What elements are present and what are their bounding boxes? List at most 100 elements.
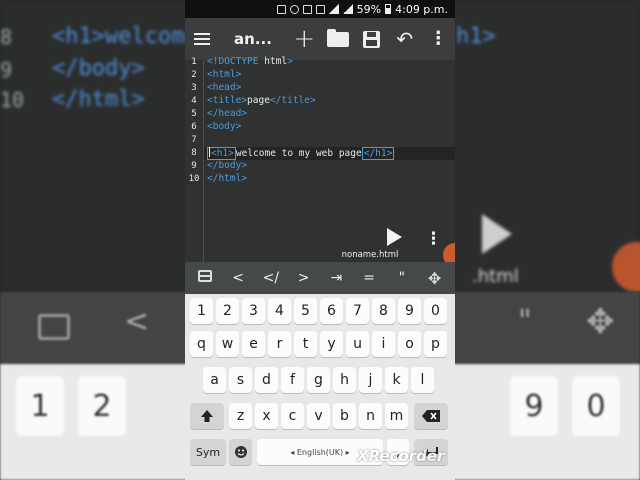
panel-toggle-button[interactable]: [190, 270, 220, 286]
key-3[interactable]: 3: [242, 298, 265, 324]
key-d[interactable]: d: [255, 367, 278, 393]
key-7[interactable]: 7: [346, 298, 369, 324]
key-q[interactable]: q: [190, 331, 213, 357]
undo-button[interactable]: ↶: [388, 18, 422, 60]
key-k[interactable]: k: [385, 367, 408, 393]
code-line: <title>page</title>: [207, 95, 316, 106]
bg-move-icon: ✥: [586, 302, 615, 342]
key-u[interactable]: u: [346, 331, 369, 357]
battery-icon: [385, 4, 392, 14]
bg-key: 1: [16, 376, 64, 436]
key-b[interactable]: b: [333, 403, 356, 429]
line-number: 2: [191, 70, 197, 80]
key-m[interactable]: m: [385, 403, 408, 429]
code-line: <head>: [207, 82, 241, 93]
key-z[interactable]: z: [229, 403, 252, 429]
key-i[interactable]: i: [372, 331, 395, 357]
key-f[interactable]: f: [281, 367, 304, 393]
symbol-key[interactable]: <: [223, 270, 253, 286]
overflow-menu-button[interactable]: ⋮: [421, 18, 455, 60]
app-bar: an... + ↶ ⋮: [185, 18, 455, 60]
code-editor[interactable]: 1 2 3 4 5 6 7 8 9 10 <!DOCTYPE html> <ht…: [185, 56, 455, 267]
bg-code-line: </body>: [52, 56, 145, 81]
key-n[interactable]: n: [359, 403, 382, 429]
emoji-key[interactable]: [229, 439, 252, 465]
key-j[interactable]: j: [359, 367, 382, 393]
key-l[interactable]: l: [411, 367, 434, 393]
move-icon: ✥: [427, 268, 442, 288]
key-e[interactable]: e: [242, 331, 265, 357]
tab-key[interactable]: ⇥: [321, 270, 351, 286]
key-y[interactable]: y: [320, 331, 343, 357]
bg-line-number: 8: [0, 25, 13, 49]
key-w[interactable]: w: [216, 331, 239, 357]
move-cursor-button[interactable]: ✥: [420, 269, 450, 288]
text-cursor: [209, 147, 210, 157]
signal-icon: [328, 4, 339, 14]
sym-key[interactable]: Sym: [190, 439, 226, 465]
bg-key: 9: [510, 376, 558, 436]
bg-symbol: ": [518, 304, 532, 339]
bg-orange-dot: [612, 242, 640, 292]
key-r[interactable]: r: [268, 331, 291, 357]
symbol-key[interactable]: </: [256, 270, 286, 286]
play-icon: [387, 228, 402, 246]
panel-icon: [198, 270, 213, 282]
line-number: 10: [188, 174, 200, 184]
code-tag: <html>: [207, 69, 242, 80]
bg-code-line: h1>: [456, 24, 496, 49]
code-tag: <title>: [207, 95, 248, 106]
app-title: an...: [234, 30, 272, 48]
key-x[interactable]: x: [255, 403, 278, 429]
emoji-icon: [234, 446, 247, 458]
key-a[interactable]: a: [203, 367, 226, 393]
key-p[interactable]: p: [424, 331, 447, 357]
plus-icon: +: [293, 24, 316, 54]
key-2[interactable]: 2: [216, 298, 239, 324]
code-text: html: [264, 56, 288, 67]
bg-filename: .html: [472, 266, 519, 287]
key-1[interactable]: 1: [190, 298, 213, 324]
key-s[interactable]: s: [229, 367, 252, 393]
backspace-key[interactable]: [414, 403, 448, 429]
open-file-button[interactable]: [321, 18, 355, 60]
key-g[interactable]: g: [307, 367, 330, 393]
key-c[interactable]: c: [281, 403, 304, 429]
new-file-button[interactable]: +: [287, 18, 321, 60]
key-8[interactable]: 8: [372, 298, 395, 324]
mute-icon: [302, 4, 312, 14]
save-button[interactable]: [354, 18, 388, 60]
bg-play-icon: [482, 214, 512, 254]
editor-more-button[interactable]: ⋮: [425, 229, 442, 249]
key-0[interactable]: 0: [424, 298, 447, 324]
line-number: 6: [191, 122, 197, 132]
key-v[interactable]: v: [307, 403, 330, 429]
code-tag: <head>: [207, 82, 242, 93]
bg-line-number: 10: [0, 88, 25, 112]
run-button[interactable]: [385, 227, 403, 247]
code-line: </html>: [207, 173, 247, 184]
bg-code-line: <h1>welcome: [52, 24, 198, 49]
bg-panel-icon: [38, 314, 70, 340]
key-6[interactable]: 6: [320, 298, 343, 324]
key-5[interactable]: 5: [294, 298, 317, 324]
key-4[interactable]: 4: [268, 298, 291, 324]
key-9[interactable]: 9: [398, 298, 421, 324]
symbol-key[interactable]: =: [354, 270, 384, 286]
symbol-key[interactable]: ": [387, 270, 417, 286]
line-number: 7: [191, 135, 197, 145]
key-t[interactable]: t: [294, 331, 317, 357]
key-o[interactable]: o: [398, 331, 421, 357]
symbol-key[interactable]: >: [289, 270, 319, 286]
bg-key: 0: [572, 376, 620, 436]
code-text: welcome to my web page: [235, 148, 362, 159]
code-line: </body>: [207, 160, 247, 171]
line-number: 5: [191, 109, 197, 119]
shift-key[interactable]: [190, 403, 224, 429]
soft-keyboard: 1 2 3 4 5 6 7 8 9 0 q w e r t y u i o p …: [185, 294, 455, 480]
key-h[interactable]: h: [333, 367, 356, 393]
bg-code-line: </html>: [52, 87, 145, 112]
menu-button[interactable]: [185, 18, 219, 60]
code-line: </head>: [207, 108, 247, 119]
folder-open-icon: [326, 28, 349, 47]
